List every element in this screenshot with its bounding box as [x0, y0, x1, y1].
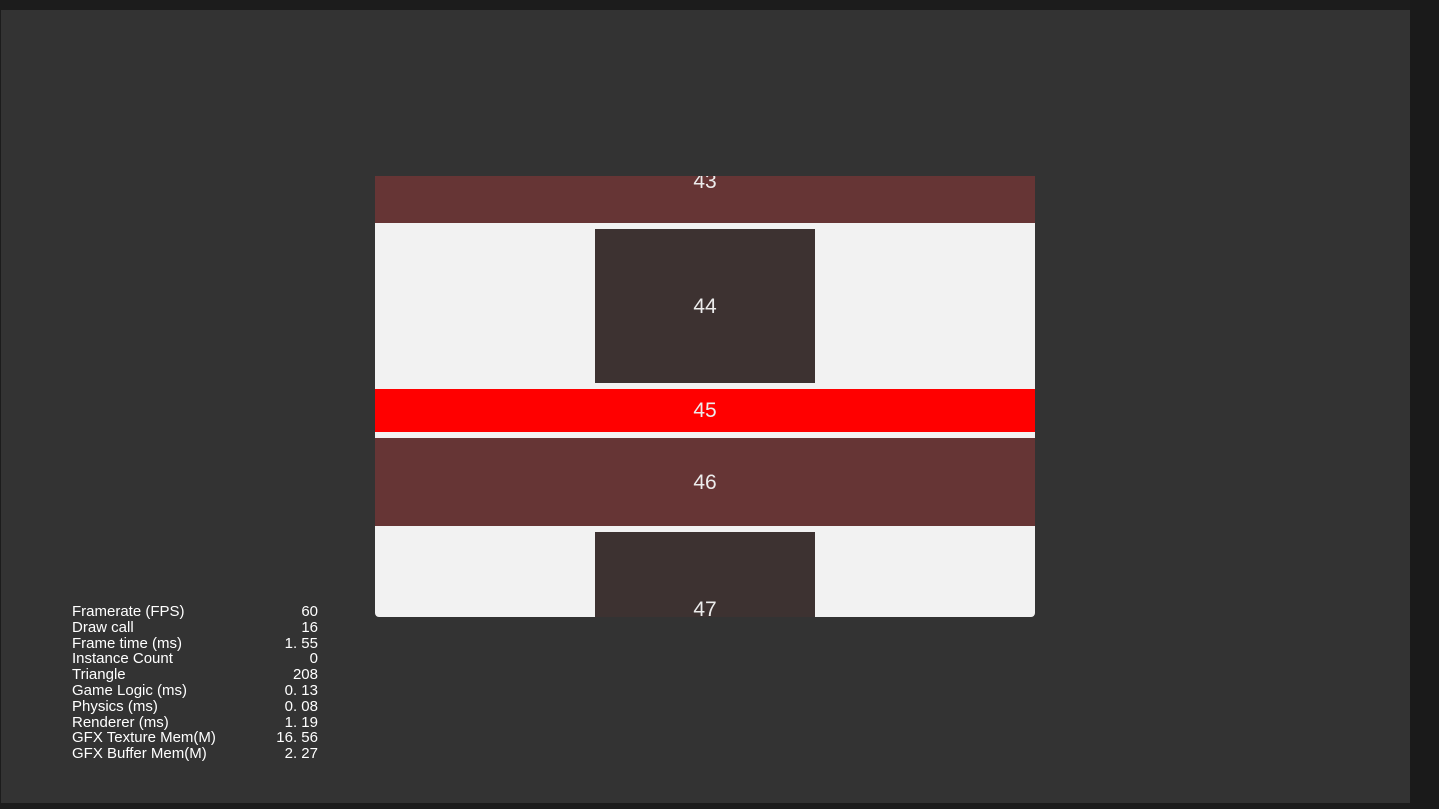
- list-item-label: 43: [693, 176, 717, 193]
- stat-value: 60: [301, 603, 318, 620]
- window-right-border: [1410, 0, 1439, 809]
- profiler-stats-panel: Framerate (FPS) 60 Draw call 16 Frame ti…: [72, 604, 318, 762]
- stat-value: 0. 08: [284, 697, 318, 715]
- stat-row: Triangle 208: [72, 667, 318, 683]
- stat-label: GFX Buffer Mem(M): [72, 745, 207, 763]
- stat-row: Game Logic (ms) 0. 13: [72, 683, 318, 699]
- list-item-label: 44: [693, 295, 717, 318]
- stat-value: 2. 27: [284, 745, 318, 763]
- stat-row: GFX Buffer Mem(M) 2. 27: [72, 746, 318, 762]
- stat-row: GFX Texture Mem(M) 16. 56: [72, 730, 318, 746]
- stat-row: Draw call 16: [72, 618, 318, 636]
- list-item-label: 45: [693, 399, 717, 422]
- stat-label: Game Logic (ms): [72, 681, 188, 699]
- list-item[interactable]: 47: [375, 532, 1035, 617]
- list-item-selected[interactable]: 45: [375, 389, 1035, 432]
- stat-row: Renderer (ms) 1. 19: [72, 713, 318, 731]
- stat-value: 208: [292, 666, 318, 684]
- stat-value: 16. 56: [276, 729, 318, 747]
- list-item[interactable]: 43: [375, 176, 1035, 223]
- list-item-label: 47: [693, 598, 717, 617]
- stat-row: Frame time (ms) 1. 55: [72, 634, 318, 652]
- stat-label: Renderer (ms): [72, 713, 169, 731]
- stat-value: 0. 13: [284, 681, 318, 699]
- scroll-list[interactable]: 43 44 45 46 47: [375, 176, 1035, 617]
- list-item[interactable]: 44: [375, 229, 1035, 383]
- list-item-label: 46: [693, 471, 717, 494]
- window-top-border: [0, 0, 1410, 10]
- stat-row: Physics (ms) 0. 08: [72, 697, 318, 715]
- stat-label: Framerate (FPS): [72, 603, 185, 620]
- stat-label: Frame time (ms): [72, 634, 182, 652]
- stat-row: Instance Count 0: [72, 651, 318, 667]
- list-item[interactable]: 46: [375, 438, 1035, 526]
- stat-value: 16: [301, 618, 318, 636]
- stat-label: GFX Texture Mem(M): [72, 729, 216, 747]
- stat-label: Draw call: [72, 618, 134, 636]
- stat-label: Instance Count: [72, 650, 173, 668]
- stat-value: 0: [309, 650, 318, 668]
- stat-label: Physics (ms): [72, 697, 158, 715]
- stat-value: 1. 19: [284, 713, 318, 731]
- stat-value: 1. 55: [284, 634, 318, 652]
- stat-row: Framerate (FPS) 60: [72, 604, 318, 620]
- stat-label: Triangle: [72, 666, 126, 684]
